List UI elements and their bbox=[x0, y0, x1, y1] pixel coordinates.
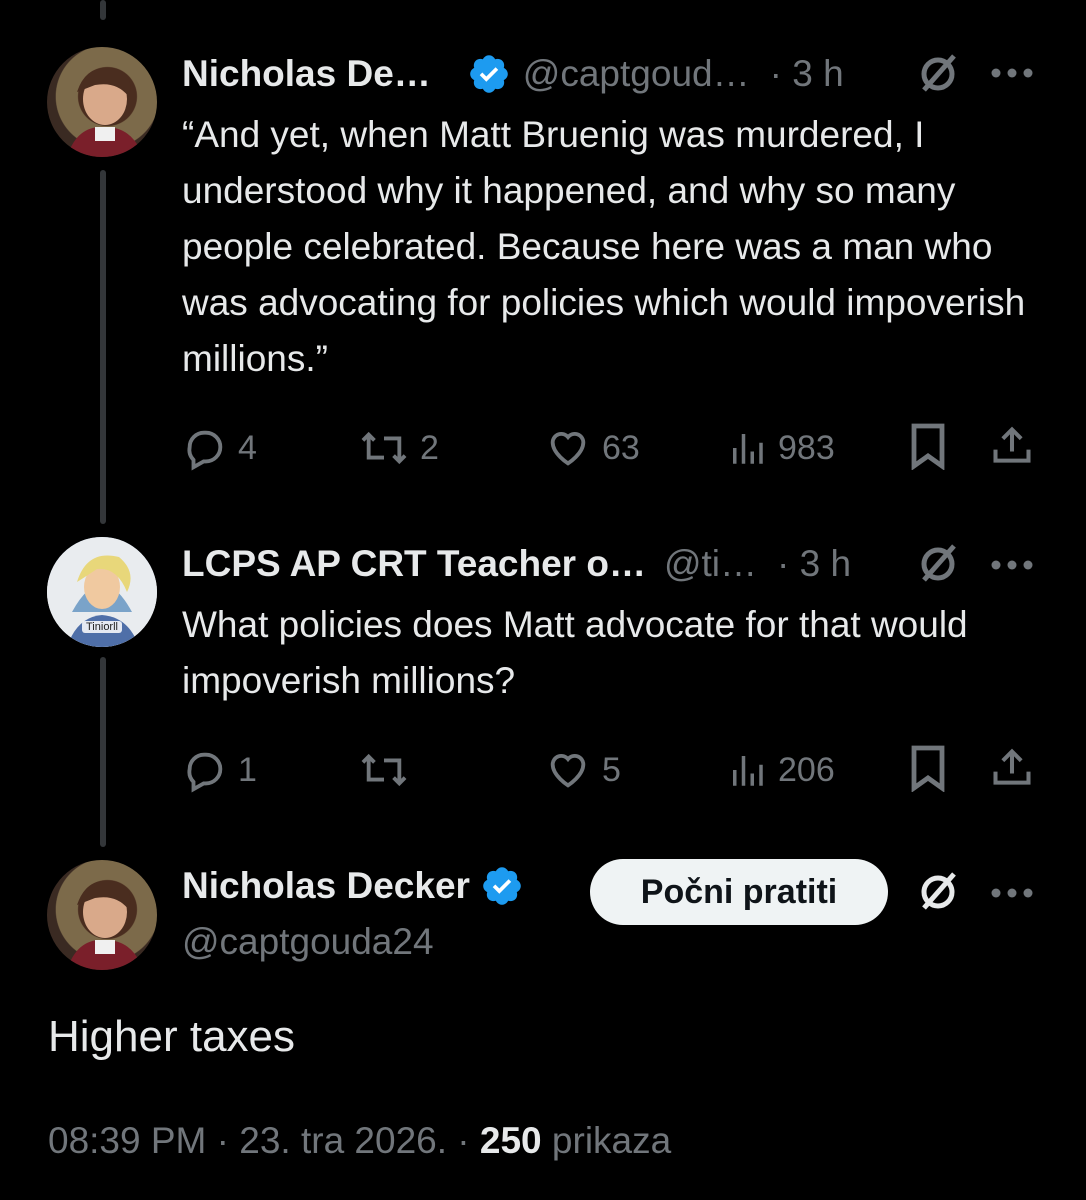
like-button[interactable]: 5 bbox=[544, 747, 621, 793]
tweet-text: What policies does Matt advocate for tha… bbox=[182, 604, 968, 701]
repost-count: 2 bbox=[420, 428, 439, 467]
repost-button[interactable]: 2 bbox=[358, 425, 439, 471]
views-count: 983 bbox=[778, 428, 835, 467]
bookmark-icon[interactable] bbox=[908, 744, 958, 792]
grok-icon[interactable] bbox=[914, 540, 962, 593]
avatar[interactable]: Tiniorll bbox=[47, 537, 157, 647]
display-name[interactable]: Nicholas Decker bbox=[182, 865, 470, 907]
grok-icon[interactable] bbox=[914, 868, 962, 921]
views-button[interactable]: 206 bbox=[726, 747, 835, 793]
tweet-actions: 4 2 63 983 bbox=[182, 420, 1032, 471]
thread-connector-2 bbox=[100, 657, 106, 847]
views-button[interactable]: 983 bbox=[726, 425, 835, 471]
author-handle-row: @captgouda24 bbox=[182, 920, 434, 964]
avatar-image bbox=[67, 67, 143, 157]
avatar[interactable] bbox=[47, 860, 157, 970]
verified-badge-icon bbox=[480, 864, 524, 908]
bookmark-icon[interactable] bbox=[908, 422, 958, 470]
share-icon[interactable] bbox=[990, 422, 1044, 470]
tweet-header: LCPS AP CRT Teacher o… @ti… · 3 h bbox=[182, 542, 851, 586]
tweet-text: Higher taxes bbox=[48, 1012, 296, 1061]
like-count: 63 bbox=[602, 428, 640, 467]
tweet-text: “And yet, when Matt Bruenig was murdered… bbox=[182, 114, 1026, 379]
display-name[interactable]: LCPS AP CRT Teacher o… bbox=[182, 543, 646, 585]
reply-count: 1 bbox=[238, 750, 257, 789]
author-header: Nicholas Decker bbox=[182, 864, 536, 908]
views-count: 206 bbox=[778, 750, 835, 789]
more-icon[interactable] bbox=[990, 558, 1034, 577]
like-button[interactable]: 63 bbox=[544, 425, 640, 471]
thread-connector-1 bbox=[100, 170, 106, 524]
like-count: 5 bbox=[602, 750, 621, 789]
repost-button[interactable] bbox=[358, 747, 420, 793]
reply-count: 4 bbox=[238, 428, 257, 467]
thread-connector-top bbox=[100, 0, 106, 20]
grok-icon[interactable] bbox=[914, 50, 962, 103]
share-icon[interactable] bbox=[990, 744, 1044, 792]
view-count: 250 bbox=[479, 1120, 542, 1161]
post-timestamp[interactable]: 08:39 PM · 23. tra 2026. · bbox=[48, 1120, 470, 1161]
more-icon[interactable] bbox=[990, 66, 1034, 85]
tweet-header: Nicholas De… @captgoud… · 3 h bbox=[182, 52, 844, 96]
timestamp[interactable]: · 3 h bbox=[770, 53, 844, 95]
display-name[interactable]: Nicholas De… bbox=[182, 53, 431, 95]
reply-button[interactable]: 4 bbox=[182, 425, 257, 471]
tweet-footer: 08:39 PM · 23. tra 2026. · 250 prikaza bbox=[48, 1120, 671, 1162]
view-label: prikaza bbox=[551, 1120, 672, 1161]
more-icon[interactable] bbox=[990, 886, 1034, 905]
handle[interactable]: @captgoud… bbox=[523, 53, 750, 95]
timestamp[interactable]: · 3 h bbox=[777, 543, 851, 585]
tweet-actions: 1 5 206 bbox=[182, 742, 1032, 793]
follow-button[interactable]: Počni pratiti bbox=[590, 859, 888, 925]
verified-badge-icon bbox=[467, 52, 511, 96]
handle[interactable]: @ti… bbox=[664, 543, 757, 585]
avatar-image bbox=[67, 880, 143, 970]
avatar[interactable] bbox=[47, 47, 157, 157]
handle[interactable]: @captgouda24 bbox=[182, 921, 434, 963]
avatar-label: Tiniorll bbox=[82, 621, 122, 633]
reply-button[interactable]: 1 bbox=[182, 747, 257, 793]
